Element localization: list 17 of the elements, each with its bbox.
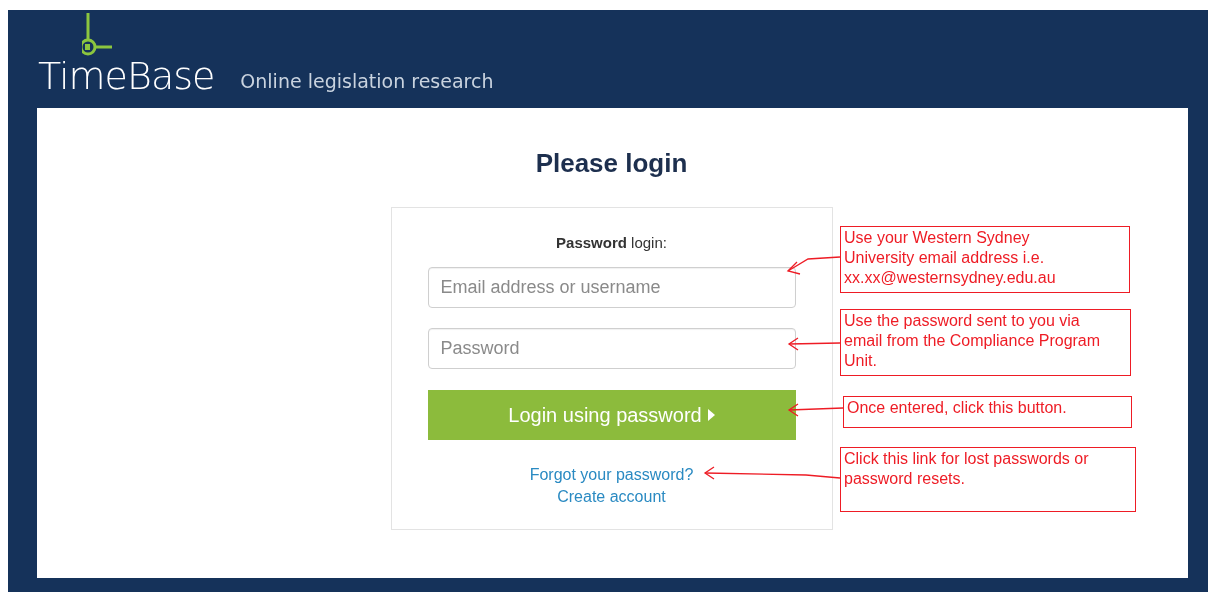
arrow	[786, 256, 841, 275]
logo-text: TimeBase	[38, 54, 215, 98]
annotation-note: Use the password sent to you via email from the Compliance Program Unit.	[840, 309, 1131, 376]
caret-right-icon	[707, 408, 715, 421]
annotation-note: Use your Western Sydney University email address i.e. xx.xx@westernsydney.edu.au	[840, 226, 1130, 293]
annotation-note: Once entered, click this button.	[843, 396, 1132, 428]
page-title: Please login	[535, 147, 688, 180]
arrow	[787, 403, 844, 417]
annotation-note: Click this link for lost passwords or password resets.	[840, 447, 1136, 512]
forgot-password-link[interactable]: Forgot your password?	[529, 463, 694, 486]
create-account-link[interactable]: Create account	[557, 485, 666, 508]
login-button[interactable]: Login using password	[427, 389, 796, 440]
email-field[interactable]: Email address or username	[427, 266, 796, 308]
arrow	[787, 337, 841, 351]
tagline: Online legislation research	[240, 68, 494, 94]
password-field[interactable]: Password	[427, 327, 796, 369]
card-heading: Password login:	[556, 233, 667, 253]
